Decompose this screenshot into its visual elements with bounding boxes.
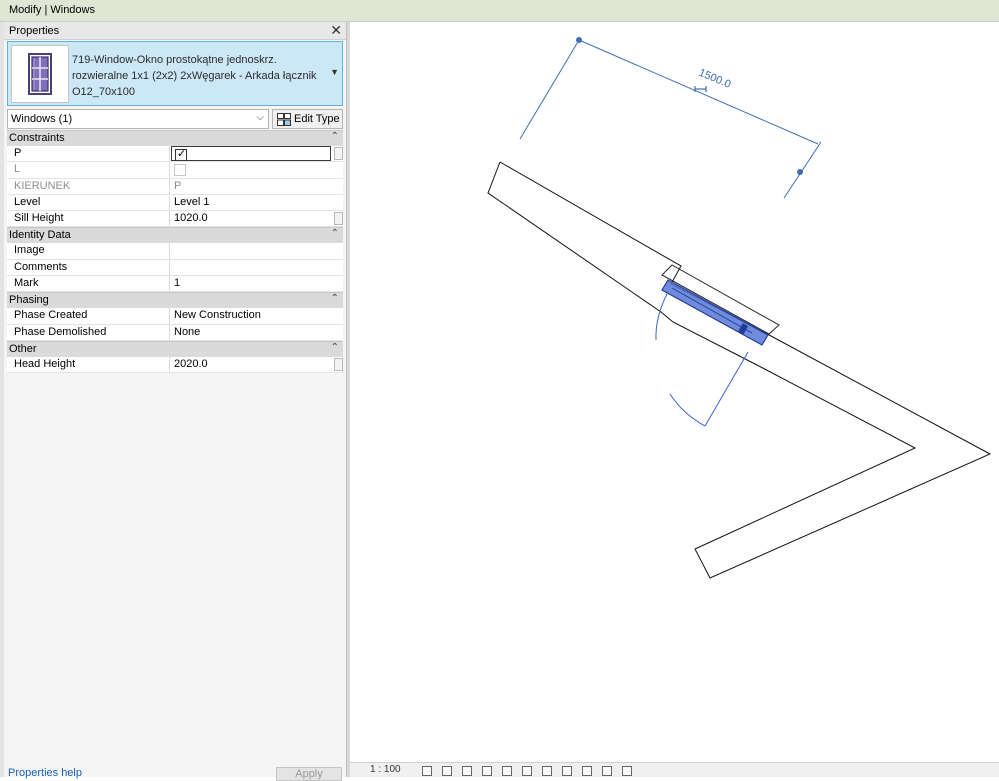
property-name: Image: [7, 243, 170, 259]
property-row-kierunek: KIERUNEK P: [7, 178, 343, 195]
collapse-icon[interactable]: ⌃: [331, 342, 339, 353]
property-value[interactable]: 2020.0: [171, 357, 331, 372]
group-label: Constraints: [9, 132, 65, 144]
dimension-text[interactable]: 1500.0: [697, 67, 733, 91]
group-phasing[interactable]: Phasing ⌃: [7, 292, 343, 309]
selection-filter-value: Windows (1): [11, 113, 73, 125]
window-title: Modify | Windows: [9, 4, 95, 16]
properties-title: Properties: [9, 25, 60, 37]
property-row-level[interactable]: Level Level 1: [7, 194, 343, 212]
analysis-icon[interactable]: [602, 766, 612, 776]
property-row-p[interactable]: P ✓: [7, 146, 343, 163]
group-other[interactable]: Other ⌃: [7, 340, 343, 357]
properties-help-link[interactable]: Properties help: [8, 767, 82, 779]
row-button[interactable]: [334, 212, 343, 226]
window-swing-line: [704, 351, 749, 427]
edit-type-icon: [277, 113, 291, 126]
visual-style-icon[interactable]: [442, 766, 452, 776]
property-name: L: [7, 162, 170, 178]
property-value[interactable]: [171, 260, 331, 275]
property-row-phase-demolished[interactable]: Phase Demolished None: [7, 324, 343, 341]
properties-footer: Properties help Apply: [4, 767, 346, 781]
dimension-line[interactable]: [578, 39, 819, 145]
highlight-icon[interactable]: [622, 766, 632, 776]
collapse-icon[interactable]: ⌃: [331, 131, 339, 142]
properties-header: Properties ✕: [4, 22, 346, 40]
property-row-mark[interactable]: Mark 1: [7, 276, 343, 293]
property-row-head-height[interactable]: Head Height 2020.0: [7, 356, 343, 374]
collapse-icon[interactable]: ⌃: [331, 228, 339, 239]
property-checkbox-l: [171, 162, 331, 177]
property-name: KIERUNEK: [7, 178, 170, 194]
selection-filter-row: Windows (1) ⌵ Edit Type: [7, 109, 343, 130]
edit-type-button[interactable]: Edit Type: [272, 109, 343, 129]
property-name: Head Height: [7, 356, 170, 373]
dimension-grip[interactable]: [797, 169, 803, 175]
property-value[interactable]: [171, 243, 331, 258]
row-button[interactable]: [334, 357, 343, 371]
group-label: Other: [9, 342, 37, 355]
property-name: Comments: [7, 259, 170, 276]
window-glazing-line: [671, 287, 753, 334]
dimension-grip[interactable]: [576, 37, 582, 43]
dimension-witness-line: [519, 39, 580, 140]
properties-panel: Properties ✕ 719-Window-Okno prostokątne…: [4, 22, 346, 781]
property-name: Phase Created: [7, 308, 170, 324]
property-name: P: [7, 146, 170, 162]
window-swing-arc: [669, 393, 706, 427]
property-row-sill-height[interactable]: Sill Height 1020.0: [7, 211, 343, 228]
group-label: Identity Data: [9, 229, 71, 242]
group-constraints[interactable]: Constraints ⌃: [7, 130, 343, 146]
wall-outline[interactable]: [487, 161, 992, 579]
crop-view-icon[interactable]: [502, 766, 512, 776]
window-glazing-line: [674, 283, 757, 329]
property-name: Mark: [7, 276, 170, 292]
detail-level-icon[interactable]: [422, 766, 432, 776]
property-row-l: L: [7, 162, 343, 179]
group-identity-data[interactable]: Identity Data ⌃: [7, 227, 343, 244]
property-name: Phase Demolished: [7, 324, 170, 340]
view-control-bar: 1 : 100: [350, 762, 999, 777]
type-dropdown-icon[interactable]: ▼: [330, 67, 339, 77]
view-scale[interactable]: 1 : 100: [370, 764, 401, 775]
property-value: P: [174, 179, 182, 192]
properties-grid: Constraints ⌃ P ✓ L KIERUNEK P Level Lev…: [7, 130, 343, 374]
edit-type-label: Edit Type: [294, 113, 340, 125]
property-name: Level: [7, 194, 170, 211]
checkbox-unchecked: [174, 164, 186, 177]
window-icon: [11, 45, 69, 103]
row-button[interactable]: [334, 147, 343, 160]
temporary-hide-icon[interactable]: [542, 766, 552, 776]
property-row-comments[interactable]: Comments: [7, 259, 343, 277]
worksharing-icon[interactable]: [582, 766, 592, 776]
property-checkbox-p[interactable]: ✓: [171, 146, 331, 162]
shadows-icon[interactable]: [482, 766, 492, 776]
dimension-witness-line: [783, 141, 822, 199]
property-value[interactable]: Level 1: [171, 195, 331, 210]
type-name: 719-Window-Okno prostokątne jednoskrz. r…: [72, 54, 317, 98]
apply-button[interactable]: Apply: [276, 767, 342, 781]
group-label: Phasing: [9, 294, 49, 307]
property-name: Sill Height: [7, 211, 170, 227]
close-icon[interactable]: ✕: [330, 22, 342, 39]
type-selector[interactable]: 719-Window-Okno prostokątne jednoskrz. r…: [7, 41, 343, 106]
plan-drawing[interactable]: 1500.0: [350, 22, 999, 762]
show-crop-icon[interactable]: [522, 766, 532, 776]
chevron-down-icon: ⌵: [256, 112, 264, 123]
property-value[interactable]: New Construction: [171, 308, 331, 323]
collapse-icon[interactable]: ⌃: [331, 293, 339, 304]
property-value[interactable]: None: [171, 325, 331, 340]
selection-filter-dropdown[interactable]: Windows (1) ⌵: [7, 109, 269, 129]
sun-path-icon[interactable]: [462, 766, 472, 776]
property-row-image[interactable]: Image: [7, 243, 343, 260]
property-value[interactable]: 1020.0: [171, 211, 331, 226]
property-row-phase-created[interactable]: Phase Created New Construction: [7, 308, 343, 325]
property-value[interactable]: 1: [171, 276, 331, 291]
plan-view-canvas[interactable]: 1500.0: [350, 22, 999, 762]
checkbox-checked[interactable]: ✓: [175, 148, 187, 161]
reveal-hidden-icon[interactable]: [562, 766, 572, 776]
title-bar: Modify | Windows: [0, 0, 999, 22]
